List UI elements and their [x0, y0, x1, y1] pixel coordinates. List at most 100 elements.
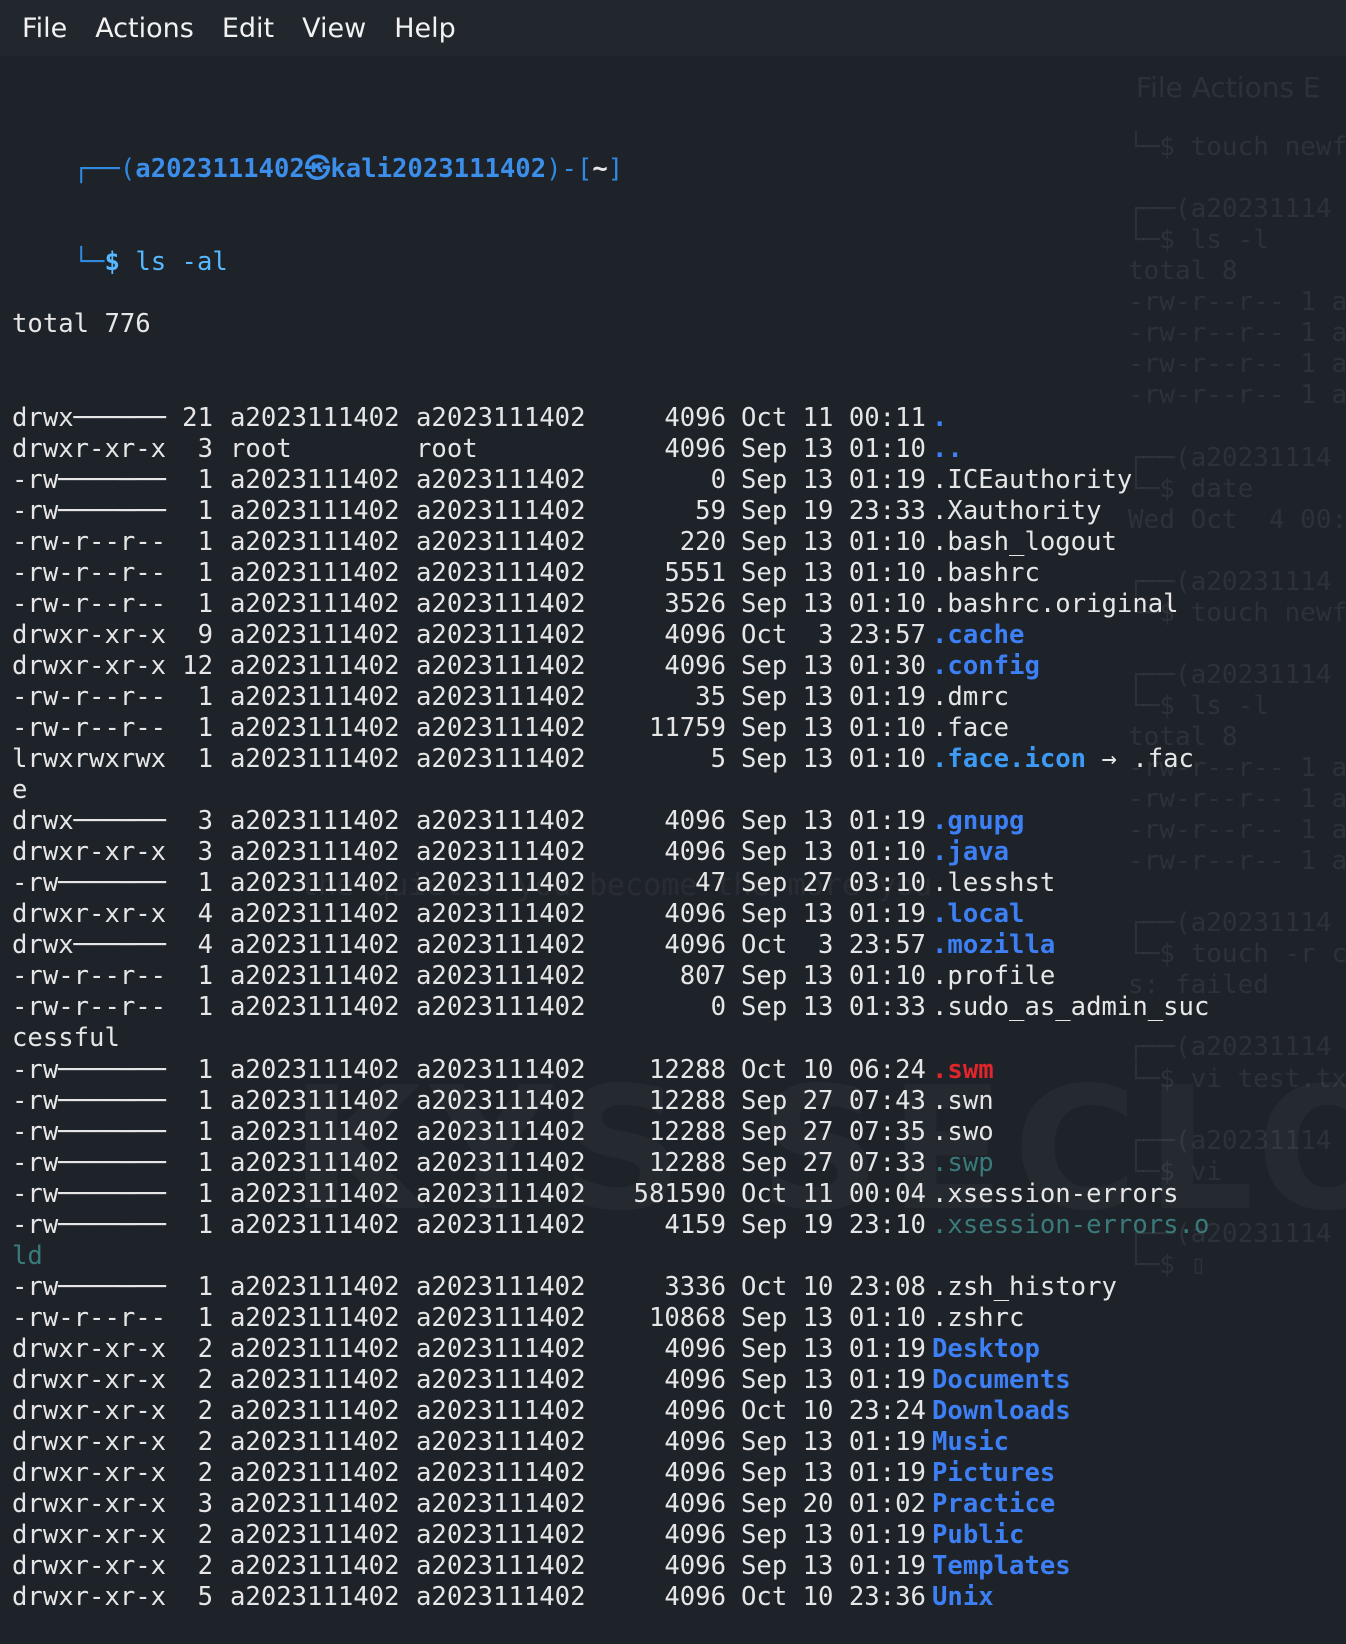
permissions: drwxr-xr-x [12, 1551, 167, 1582]
listing-row: -rw-r--r-- 1 a2023111402 a2023111402 10868 Se… [12, 1303, 1212, 1334]
modified-date: Oct 10 06:24 [741, 1054, 926, 1085]
owner: a2023111402 [230, 1116, 400, 1147]
listing-row: -rw-r--r-- 1 a2023111402 a2023111402 35 Sep 1… [12, 682, 1212, 713]
owner: a2023111402 [230, 930, 400, 961]
group: a2023111402 [416, 619, 586, 650]
group: a2023111402 [416, 1054, 586, 1085]
file-name: .cache [932, 619, 1025, 650]
modified-date: Sep 13 01:10 [741, 557, 926, 588]
file-name: .zsh_history [932, 1271, 1117, 1302]
file-name: Unix [932, 1582, 994, 1613]
menu-view[interactable]: View [288, 13, 380, 44]
file-name: . [932, 402, 948, 433]
owner: a2023111402 [230, 837, 400, 868]
prompt-host: kali2023111402 [330, 154, 547, 185]
owner: a2023111402 [230, 464, 400, 495]
group: a2023111402 [416, 1085, 586, 1116]
group: a2023111402 [416, 1551, 586, 1582]
modified-date: Sep 13 01:10 [741, 588, 926, 619]
wrapped-line: cessful [12, 1023, 120, 1054]
link-count: 3 [197, 837, 213, 868]
permissions: drwxr-xr-x [12, 899, 167, 930]
group: a2023111402 [416, 1582, 586, 1613]
terminal-output[interactable]: ┌──(a2023111402㉿kali2023111402)-[~] └─$ … [12, 61, 1212, 1644]
permissions: -rw─────── [12, 464, 167, 495]
permissions: -rw─────── [12, 1147, 167, 1178]
prompt-dir: ~ [592, 154, 608, 185]
file-name: Desktop [932, 1333, 1040, 1364]
owner: a2023111402 [230, 1302, 400, 1333]
permissions: -rw─────── [12, 1209, 167, 1240]
link-count: 1 [197, 1054, 213, 1085]
link-count: 1 [197, 681, 213, 712]
listing-row: drwxr-xr-x 3 root root 4096 Sep 13 01:10.. [12, 434, 1212, 465]
group: a2023111402 [416, 1147, 586, 1178]
group: a2023111402 [416, 588, 586, 619]
permissions: -rw-r--r-- [12, 588, 167, 619]
modified-date: Sep 13 01:19 [741, 464, 926, 495]
owner: root [230, 433, 292, 464]
permissions: drwxr-xr-x [12, 1520, 167, 1551]
menu-edit[interactable]: Edit [208, 13, 288, 44]
file-name: .face.icon [932, 744, 1087, 775]
owner: a2023111402 [230, 1364, 400, 1395]
menu-actions[interactable]: Actions [81, 13, 208, 44]
owner: a2023111402 [230, 557, 400, 588]
file-size: 581590 [633, 1178, 726, 1209]
listing-row: -rw─────── 1 a2023111402 a2023111402 12288 Se… [12, 1148, 1212, 1179]
link-count: 1 [197, 1085, 213, 1116]
file-size: 59 [695, 495, 726, 526]
owner: a2023111402 [230, 961, 400, 992]
modified-date: Sep 13 01:19 [741, 681, 926, 712]
file-name: .lesshst [932, 868, 1056, 899]
file-name: Music [932, 1427, 1010, 1458]
listing-row: drwxr-xr-x 2 a2023111402 a2023111402 4096 Sep… [12, 1458, 1212, 1489]
modified-date: Oct 10 23:36 [741, 1582, 926, 1613]
link-count: 4 [197, 899, 213, 930]
file-size: 12288 [648, 1085, 726, 1116]
modified-date: Sep 27 07:35 [741, 1116, 926, 1147]
file-size: 4096 [664, 402, 726, 433]
group: a2023111402 [416, 1271, 586, 1302]
menu-file[interactable]: File [0, 13, 81, 44]
listing-row: -rw─────── 1 a2023111402 a2023111402 47 Sep 2… [12, 868, 1212, 899]
link-count: 1 [197, 992, 213, 1023]
owner: a2023111402 [230, 992, 400, 1023]
permissions: drwxr-xr-x [12, 1458, 167, 1489]
listing-row: lrwxrwxrwx 1 a2023111402 a2023111402 5 Sep 13… [12, 744, 1212, 775]
link-count: 2 [197, 1520, 213, 1551]
owner: a2023111402 [230, 1271, 400, 1302]
listing-row: -rw─────── 1 a2023111402 a2023111402 12288 Se… [12, 1117, 1212, 1148]
link-count: 1 [197, 526, 213, 557]
group: a2023111402 [416, 930, 586, 961]
symlink-arrow: → [1086, 744, 1133, 775]
listing-row: drwxr-xr-x 2 a2023111402 a2023111402 4096 Sep… [12, 1520, 1212, 1551]
file-size: 5551 [664, 557, 726, 588]
permissions: -rw─────── [12, 1271, 167, 1302]
file-size: 4096 [664, 1396, 726, 1427]
modified-date: Sep 19 23:10 [741, 1209, 926, 1240]
owner: a2023111402 [230, 526, 400, 557]
modified-date: Oct 10 23:24 [741, 1396, 926, 1427]
permissions: drwxr-xr-x [12, 1427, 167, 1458]
file-name: .swm [932, 1054, 994, 1085]
owner: a2023111402 [230, 1520, 400, 1551]
group: a2023111402 [416, 961, 586, 992]
owner: a2023111402 [230, 899, 400, 930]
permissions: drwxr-xr-x [12, 1364, 167, 1395]
file-size: 4096 [664, 433, 726, 464]
group: a2023111402 [416, 557, 586, 588]
file-name: Downloads [932, 1396, 1071, 1427]
listing-row: drwxr-xr-x 4 a2023111402 a2023111402 4096 Sep… [12, 899, 1212, 930]
owner: a2023111402 [230, 868, 400, 899]
file-size: 4096 [664, 1333, 726, 1364]
permissions: -rw─────── [12, 1054, 167, 1085]
permissions: -rw-r--r-- [12, 992, 167, 1023]
listing-row: drwxr-xr-x 12 a2023111402 a2023111402 4096 Se… [12, 651, 1212, 682]
group: a2023111402 [416, 1396, 586, 1427]
modified-date: Sep 13 01:19 [741, 1364, 926, 1395]
file-name: .xsession-errors [932, 1178, 1179, 1209]
menu-help[interactable]: Help [380, 13, 470, 44]
link-count: 1 [197, 744, 213, 775]
owner: a2023111402 [230, 1582, 400, 1613]
